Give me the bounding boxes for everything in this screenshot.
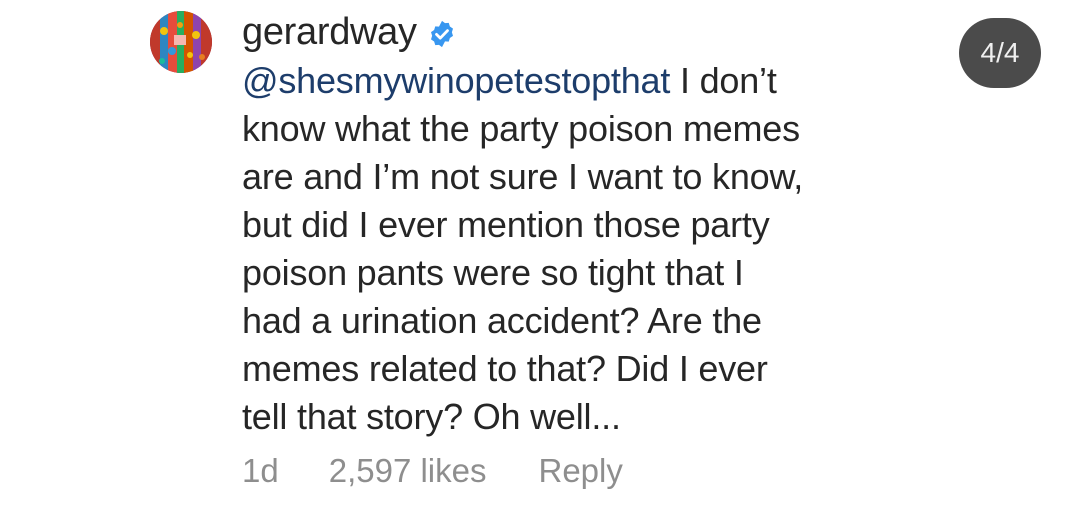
comment-line: had a urination accident? Are the: [242, 300, 762, 341]
comment-line: but did I ever mention those party: [242, 204, 770, 245]
comment-line: poison pants were so tight that I: [242, 252, 744, 293]
username[interactable]: gerardway: [242, 11, 417, 54]
comment-header: gerardway: [242, 6, 942, 58]
reply-button[interactable]: Reply: [538, 452, 622, 490]
comment-line: tell that story? Oh well...: [242, 396, 621, 437]
comment-line: I don’t: [670, 60, 777, 101]
comment-line: memes related to that? Did I ever: [242, 348, 768, 389]
verified-badge-icon: [427, 19, 457, 49]
comment-text: @shesmywinopetestopthat I don’t know wha…: [242, 57, 942, 441]
comment-line: are and I’m not sure I want to know,: [242, 156, 804, 197]
avatar-image: [150, 11, 212, 73]
comment: gerardway @shesmywinopetestopthat I don’…: [242, 6, 942, 441]
comment-meta: 1d 2,597 likes Reply: [242, 452, 623, 490]
likes-count[interactable]: 2,597 likes: [329, 452, 487, 490]
page-indicator: 4/4: [959, 18, 1041, 88]
page-indicator-label: 4/4: [980, 37, 1020, 68]
mention-link[interactable]: @shesmywinopetestopthat: [242, 60, 670, 101]
avatar[interactable]: [150, 11, 212, 73]
comment-age: 1d: [242, 452, 279, 489]
comment-line: know what the party poison memes: [242, 108, 800, 149]
